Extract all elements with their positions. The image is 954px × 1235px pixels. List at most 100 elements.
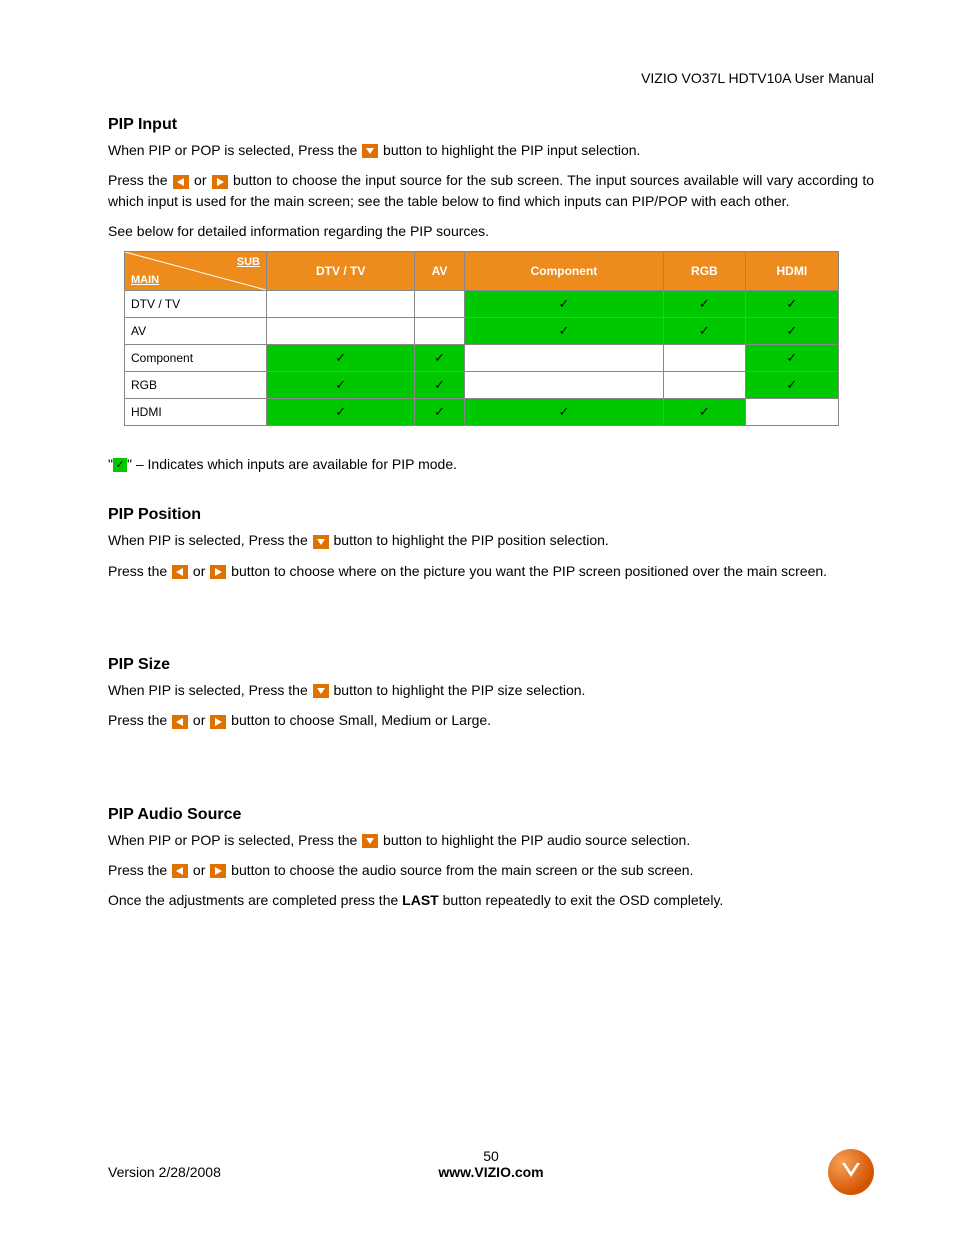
row-header: AV <box>125 318 267 345</box>
cell-unavailable <box>267 318 415 345</box>
text: button to choose where on the picture yo… <box>231 563 827 579</box>
cell-available: ✓ <box>267 399 415 426</box>
down-arrow-icon <box>313 535 329 549</box>
checkmark-icon: ✓ <box>558 404 569 419</box>
text: When PIP or POP is selected, Press the <box>108 142 361 158</box>
para-pip-audio-3: Once the adjustments are completed press… <box>108 890 874 910</box>
table-row: DTV / TV ✓ ✓ ✓ <box>125 291 839 318</box>
para-pip-input-3: See below for detailed information regar… <box>108 221 874 241</box>
checkmark-icon: ✓ <box>699 296 710 311</box>
left-arrow-icon <box>172 565 188 579</box>
text: or <box>193 563 209 579</box>
heading-pip-size: PIP Size <box>108 656 874 674</box>
col-header: DTV / TV <box>267 252 415 291</box>
text: Press the <box>108 172 172 188</box>
pip-compat-table: SUB MAIN DTV / TV AV Component RGB HDMI … <box>124 251 839 426</box>
down-arrow-icon <box>362 144 378 158</box>
checkmark-icon: ✓ <box>786 350 797 365</box>
text: button repeatedly to exit the OSD comple… <box>439 892 724 908</box>
para-pip-size-1: When PIP is selected, Press the button t… <box>108 680 874 700</box>
cell-unavailable <box>464 345 663 372</box>
text: button to choose the audio source from t… <box>231 862 693 878</box>
para-pip-input-2: Press the or button to choose the input … <box>108 170 874 211</box>
text: or <box>194 172 211 188</box>
checkmark-icon: ✓ <box>335 404 346 419</box>
row-header: RGB <box>125 372 267 399</box>
cell-unavailable <box>745 399 838 426</box>
cell-available: ✓ <box>415 372 464 399</box>
checkmark-icon: ✓ <box>786 296 797 311</box>
heading-pip-input: PIP Input <box>108 116 874 134</box>
col-header: AV <box>415 252 464 291</box>
left-arrow-icon <box>172 715 188 729</box>
cell-available: ✓ <box>745 372 838 399</box>
checkmark-icon: ✓ <box>699 404 710 419</box>
checkmark-icon: ✓ <box>335 350 346 365</box>
footer-url: www.VIZIO.com <box>438 1164 543 1180</box>
checkmark-icon: ✓ <box>786 323 797 338</box>
down-arrow-icon <box>313 684 329 698</box>
vizio-logo-icon <box>828 1149 874 1195</box>
text: Press the <box>108 563 171 579</box>
left-arrow-icon <box>173 175 189 189</box>
doc-header-title: VIZIO VO37L HDTV10A User Manual <box>108 70 874 86</box>
checkmark-icon: ✓ <box>558 296 569 311</box>
row-header: Component <box>125 345 267 372</box>
cell-unavailable <box>664 345 746 372</box>
heading-pip-audio: PIP Audio Source <box>108 806 874 824</box>
left-arrow-icon <box>172 864 188 878</box>
para-pip-input-1: When PIP or POP is selected, Press the b… <box>108 140 874 160</box>
checkmark-icon: ✓ <box>434 350 445 365</box>
cell-available: ✓ <box>664 318 746 345</box>
row-header: HDMI <box>125 399 267 426</box>
para-pip-audio-1: When PIP or POP is selected, Press the b… <box>108 830 874 850</box>
right-arrow-icon <box>210 565 226 579</box>
cell-unavailable <box>464 372 663 399</box>
right-arrow-icon <box>210 715 226 729</box>
page-footer: Version 2/28/2008 50 www.VIZIO.com <box>108 1164 874 1180</box>
right-arrow-icon <box>210 864 226 878</box>
table-row: Component ✓ ✓ ✓ <box>125 345 839 372</box>
text: button to highlight the PIP audio source… <box>383 832 690 848</box>
cell-available: ✓ <box>267 372 415 399</box>
col-header: Component <box>464 252 663 291</box>
cell-available: ✓ <box>664 399 746 426</box>
footer-page-number: 50 <box>483 1148 499 1164</box>
table-row: HDMI ✓ ✓ ✓ ✓ <box>125 399 839 426</box>
text: Press the <box>108 712 171 728</box>
text: When PIP is selected, Press the <box>108 682 312 698</box>
cell-available: ✓ <box>464 399 663 426</box>
row-header: DTV / TV <box>125 291 267 318</box>
para-legend: "✓" – Indicates which inputs are availab… <box>108 454 874 474</box>
heading-pip-position: PIP Position <box>108 506 874 524</box>
corner-main: MAIN <box>131 274 159 286</box>
text: button to highlight the PIP position sel… <box>334 532 609 548</box>
para-pip-position-1: When PIP is selected, Press the button t… <box>108 530 874 550</box>
cell-available: ✓ <box>464 318 663 345</box>
text: button to choose Small, Medium or Large. <box>231 712 491 728</box>
text: or <box>193 862 209 878</box>
cell-available: ✓ <box>464 291 663 318</box>
checkmark-icon: ✓ <box>434 377 445 392</box>
right-arrow-icon <box>212 175 228 189</box>
checkmark-icon: ✓ <box>786 377 797 392</box>
cell-available: ✓ <box>745 291 838 318</box>
col-header: HDMI <box>745 252 838 291</box>
table-row: AV ✓ ✓ ✓ <box>125 318 839 345</box>
para-pip-position-2: Press the or button to choose where on t… <box>108 561 874 581</box>
checkmark-icon: ✓ <box>335 377 346 392</box>
text: " – Indicates which inputs are available… <box>127 456 457 472</box>
text: button to highlight the PIP size selecti… <box>334 682 586 698</box>
para-pip-audio-2: Press the or button to choose the audio … <box>108 860 874 880</box>
cell-unavailable <box>415 291 464 318</box>
checkmark-icon: ✓ <box>434 404 445 419</box>
cell-available: ✓ <box>664 291 746 318</box>
table-corner: SUB MAIN <box>125 252 267 291</box>
cell-available: ✓ <box>415 345 464 372</box>
corner-sub: SUB <box>237 256 260 268</box>
text: Press the <box>108 862 171 878</box>
checkmark-icon: ✓ <box>113 458 127 472</box>
checkmark-icon: ✓ <box>699 323 710 338</box>
cell-unavailable <box>664 372 746 399</box>
table-row: RGB ✓ ✓ ✓ <box>125 372 839 399</box>
